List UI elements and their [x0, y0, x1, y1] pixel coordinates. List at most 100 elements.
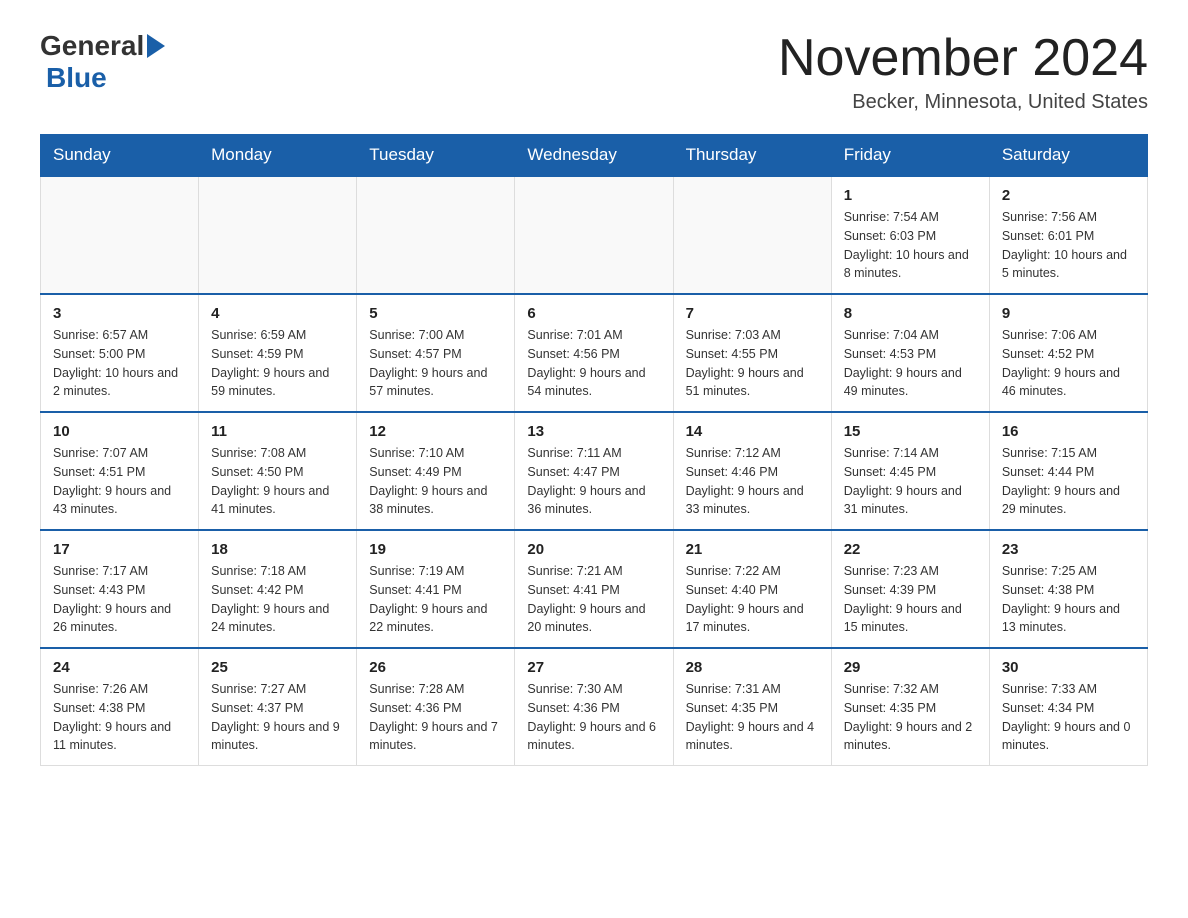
title-area: November 2024 Becker, Minnesota, United … [778, 30, 1148, 114]
calendar-day-cell [199, 176, 357, 294]
day-info: Sunrise: 7:28 AMSunset: 4:36 PMDaylight:… [369, 680, 502, 755]
calendar-day-header: Friday [831, 135, 989, 177]
calendar-day-cell: 24 Sunrise: 7:26 AMSunset: 4:38 PMDayligh… [41, 648, 199, 766]
day-info: Sunrise: 7:25 AMSunset: 4:38 PMDaylight:… [1002, 562, 1135, 637]
calendar-table: SundayMondayTuesdayWednesdayThursdayFrid… [40, 134, 1148, 766]
day-number: 18 [211, 541, 344, 558]
day-number: 24 [53, 659, 186, 676]
day-number: 21 [686, 541, 819, 558]
day-info: Sunrise: 7:00 AMSunset: 4:57 PMDaylight:… [369, 326, 502, 401]
day-number: 1 [844, 187, 977, 204]
day-number: 22 [844, 541, 977, 558]
calendar-day-cell [41, 176, 199, 294]
day-info: Sunrise: 7:56 AMSunset: 6:01 PMDaylight:… [1002, 208, 1135, 283]
day-info: Sunrise: 7:30 AMSunset: 4:36 PMDaylight:… [527, 680, 660, 755]
calendar-day-cell: 3Sunrise: 6:57 AMSunset: 5:00 PMDaylight… [41, 294, 199, 412]
calendar-day-header: Saturday [989, 135, 1147, 177]
day-info: Sunrise: 7:10 AMSunset: 4:49 PMDaylight:… [369, 444, 502, 519]
calendar-day-cell: 26Sunrise: 7:28 AMSunset: 4:36 PMDayligh… [357, 648, 515, 766]
day-number: 19 [369, 541, 502, 558]
day-number: 23 [1002, 541, 1135, 558]
calendar-day-cell: 30Sunrise: 7:33 AMSunset: 4:34 PMDayligh… [989, 648, 1147, 766]
day-number: 2 [1002, 187, 1135, 204]
day-number: 12 [369, 423, 502, 440]
day-number: 16 [1002, 423, 1135, 440]
calendar-day-cell: 1 Sunrise: 7:54 AMSunset: 6:03 PMDaylight… [831, 176, 989, 294]
calendar-day-cell: 16 Sunrise: 7:15 AMSunset: 4:44 PMDayligh… [989, 412, 1147, 530]
day-number: 28 [686, 659, 819, 676]
day-number: 6 [527, 305, 660, 322]
day-number: 10 [53, 423, 186, 440]
day-info: Sunrise: 7:23 AMSunset: 4:39 PMDaylight:… [844, 562, 977, 637]
calendar-day-cell: 4 Sunrise: 6:59 AMSunset: 4:59 PMDaylight… [199, 294, 357, 412]
logo-arrow-icon [147, 34, 165, 58]
day-info: Sunrise: 7:12 AMSunset: 4:46 PMDaylight:… [686, 444, 819, 519]
calendar-day-header: Thursday [673, 135, 831, 177]
day-number: 9 [1002, 305, 1135, 322]
calendar-day-cell [357, 176, 515, 294]
day-info: Sunrise: 7:21 AMSunset: 4:41 PMDaylight:… [527, 562, 660, 637]
day-number: 20 [527, 541, 660, 558]
calendar-day-header: Monday [199, 135, 357, 177]
calendar-day-cell [673, 176, 831, 294]
logo: General Blue [40, 30, 165, 94]
day-number: 29 [844, 659, 977, 676]
calendar-day-cell: 29 Sunrise: 7:32 AMSunset: 4:35 PMDayligh… [831, 648, 989, 766]
day-info: Sunrise: 7:07 AMSunset: 4:51 PMDaylight:… [53, 444, 186, 519]
calendar-week-row: 17 Sunrise: 7:17 AMSunset: 4:43 PMDayligh… [41, 530, 1148, 648]
calendar-header-row: SundayMondayTuesdayWednesdayThursdayFrid… [41, 135, 1148, 177]
day-info: Sunrise: 7:18 AMSunset: 4:42 PMDaylight:… [211, 562, 344, 637]
calendar-day-cell: 22 Sunrise: 7:23 AMSunset: 4:39 PMDayligh… [831, 530, 989, 648]
calendar-day-cell: 25 Sunrise: 7:27 AMSunset: 4:37 PMDayligh… [199, 648, 357, 766]
day-info: Sunrise: 7:19 AMSunset: 4:41 PMDaylight:… [369, 562, 502, 637]
calendar-day-cell: 5 Sunrise: 7:00 AMSunset: 4:57 PMDaylight… [357, 294, 515, 412]
day-info: Sunrise: 7:03 AMSunset: 4:55 PMDaylight:… [686, 326, 819, 401]
day-number: 15 [844, 423, 977, 440]
calendar-day-cell: 2 Sunrise: 7:56 AMSunset: 6:01 PMDaylight… [989, 176, 1147, 294]
calendar-day-cell: 21 Sunrise: 7:22 AMSunset: 4:40 PMDayligh… [673, 530, 831, 648]
calendar-day-cell: 23 Sunrise: 7:25 AMSunset: 4:38 PMDayligh… [989, 530, 1147, 648]
calendar-day-cell: 27Sunrise: 7:30 AMSunset: 4:36 PMDayligh… [515, 648, 673, 766]
day-info: Sunrise: 7:33 AMSunset: 4:34 PMDaylight:… [1002, 680, 1135, 755]
location-subtitle: Becker, Minnesota, United States [778, 91, 1148, 114]
day-number: 5 [369, 305, 502, 322]
calendar-day-cell: 14 Sunrise: 7:12 AMSunset: 4:46 PMDayligh… [673, 412, 831, 530]
calendar-day-cell: 9 Sunrise: 7:06 AMSunset: 4:52 PMDaylight… [989, 294, 1147, 412]
day-info: Sunrise: 7:15 AMSunset: 4:44 PMDaylight:… [1002, 444, 1135, 519]
day-info: Sunrise: 7:04 AMSunset: 4:53 PMDaylight:… [844, 326, 977, 401]
calendar-day-cell [515, 176, 673, 294]
calendar-day-cell: 17 Sunrise: 7:17 AMSunset: 4:43 PMDayligh… [41, 530, 199, 648]
calendar-day-header: Wednesday [515, 135, 673, 177]
day-number: 14 [686, 423, 819, 440]
logo-blue-text: Blue [46, 62, 107, 94]
day-info: Sunrise: 7:06 AMSunset: 4:52 PMDaylight:… [1002, 326, 1135, 401]
calendar-day-cell: 18 Sunrise: 7:18 AMSunset: 4:42 PMDayligh… [199, 530, 357, 648]
day-info: Sunrise: 6:59 AMSunset: 4:59 PMDaylight:… [211, 326, 344, 401]
day-number: 17 [53, 541, 186, 558]
day-info: Sunrise: 7:14 AMSunset: 4:45 PMDaylight:… [844, 444, 977, 519]
calendar-day-cell: 19 Sunrise: 7:19 AMSunset: 4:41 PMDayligh… [357, 530, 515, 648]
day-info: Sunrise: 7:54 AMSunset: 6:03 PMDaylight:… [844, 208, 977, 283]
day-info: Sunrise: 7:17 AMSunset: 4:43 PMDaylight:… [53, 562, 186, 637]
day-number: 25 [211, 659, 344, 676]
day-info: Sunrise: 7:32 AMSunset: 4:35 PMDaylight:… [844, 680, 977, 755]
day-info: Sunrise: 7:22 AMSunset: 4:40 PMDaylight:… [686, 562, 819, 637]
day-number: 11 [211, 423, 344, 440]
day-info: Sunrise: 7:27 AMSunset: 4:37 PMDaylight:… [211, 680, 344, 755]
calendar-week-row: 24 Sunrise: 7:26 AMSunset: 4:38 PMDayligh… [41, 648, 1148, 766]
calendar-day-cell: 10 Sunrise: 7:07 AMSunset: 4:51 PMDayligh… [41, 412, 199, 530]
calendar-day-cell: 8Sunrise: 7:04 AMSunset: 4:53 PMDaylight… [831, 294, 989, 412]
day-info: Sunrise: 7:26 AMSunset: 4:38 PMDaylight:… [53, 680, 186, 755]
day-info: Sunrise: 7:01 AMSunset: 4:56 PMDaylight:… [527, 326, 660, 401]
day-number: 13 [527, 423, 660, 440]
day-number: 4 [211, 305, 344, 322]
calendar-day-cell: 13 Sunrise: 7:11 AMSunset: 4:47 PMDayligh… [515, 412, 673, 530]
calendar-day-cell: 28Sunrise: 7:31 AMSunset: 4:35 PMDayligh… [673, 648, 831, 766]
logo-general-text: General [40, 30, 144, 62]
day-info: Sunrise: 7:11 AMSunset: 4:47 PMDaylight:… [527, 444, 660, 519]
day-number: 7 [686, 305, 819, 322]
calendar-day-cell: 7 Sunrise: 7:03 AMSunset: 4:55 PMDaylight… [673, 294, 831, 412]
calendar-day-header: Tuesday [357, 135, 515, 177]
day-info: Sunrise: 6:57 AMSunset: 5:00 PMDaylight:… [53, 326, 186, 401]
calendar-day-header: Sunday [41, 135, 199, 177]
